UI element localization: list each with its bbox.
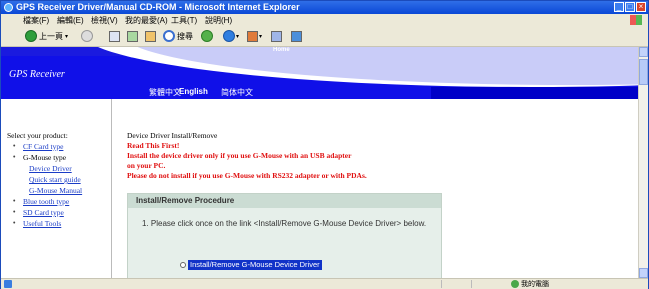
sidebar-item-g-mouse-manual[interactable]: G-Mouse Manual [29, 186, 82, 195]
mail-icon [247, 30, 258, 42]
warning-line-2: Install the device driver only if you us… [127, 151, 352, 160]
scroll-down-button[interactable] [639, 268, 648, 278]
home-button[interactable] [145, 29, 156, 43]
back-icon [25, 30, 37, 42]
page-content: Home GPS Receiver 繁體中文 English 简体中文 Sele… [1, 47, 638, 278]
step-text: 1. Please click once on the link <Instal… [142, 219, 427, 228]
bullet-icon: • [13, 143, 16, 150]
page-title: Device Driver Install/Remove [127, 131, 218, 140]
stop-button[interactable] [109, 29, 120, 43]
print-button[interactable] [271, 29, 282, 43]
radio-bullet-icon [180, 262, 186, 268]
vertical-scrollbar[interactable] [638, 47, 648, 278]
sidebar-item-g-mouse: G-Mouse type [23, 153, 67, 162]
edit-icon [291, 30, 302, 42]
close-button[interactable]: × [636, 2, 646, 12]
panel-header: Install/Remove Procedure [128, 194, 441, 208]
sidebar-item-useful-tools[interactable]: Useful Tools [23, 219, 61, 228]
refresh-icon [127, 30, 138, 42]
back-dropdown-icon[interactable]: ▾ [65, 33, 68, 40]
home-link[interactable]: Home [273, 47, 290, 53]
home-icon [145, 30, 156, 42]
window-title: GPS Receiver Driver/Manual CD-ROM - Micr… [16, 2, 300, 12]
bullet-icon: • [13, 154, 16, 161]
windows-logo-icon [630, 15, 642, 25]
menu-help[interactable]: 說明(H) [205, 15, 232, 26]
sidebar-item-bluetooth[interactable]: Blue tooth type [23, 197, 69, 206]
bullet-icon: • [13, 198, 16, 205]
favorites-button[interactable] [201, 29, 213, 43]
bullet-icon: • [13, 220, 16, 227]
forward-icon [81, 30, 93, 42]
status-bar: 我的電腦 [1, 278, 648, 289]
refresh-button[interactable] [127, 29, 138, 43]
menu-tools[interactable]: 工具(T) [171, 15, 197, 26]
my-computer-icon [511, 280, 519, 288]
menu-favorites[interactable]: 我的最愛(A) [125, 15, 168, 26]
menu-file[interactable]: 檔案(F) [23, 15, 49, 26]
media-icon [223, 30, 235, 42]
ie-logo-icon [4, 3, 13, 12]
search-icon [163, 30, 175, 42]
site-logo: GPS Receiver [9, 69, 65, 80]
menu-edit[interactable]: 編輯(E) [57, 15, 84, 26]
print-icon [271, 30, 282, 42]
status-divider [471, 280, 472, 288]
sidebar-item-sd-card[interactable]: SD Card type [23, 208, 64, 217]
site-banner: Home GPS Receiver [1, 47, 638, 87]
sidebar-heading: Select your product: [7, 131, 68, 140]
language-bar: 繁體中文 English 简体中文 [1, 87, 638, 99]
warning-line-1: Read This First! [127, 141, 180, 150]
main-content: Device Driver Install/Remove Read This F… [127, 99, 638, 278]
language-bar-strip [431, 87, 638, 99]
forward-button[interactable] [81, 29, 93, 43]
product-sidebar: Select your product: • CF Card type • G-… [1, 99, 112, 278]
install-panel: Install/Remove Procedure 1. Please click… [127, 193, 442, 278]
page-status-icon [4, 280, 12, 288]
scroll-thumb[interactable] [639, 59, 648, 85]
edit-button[interactable] [291, 29, 302, 43]
back-label: 上一頁 [39, 31, 63, 41]
stop-icon [109, 30, 120, 42]
media-dropdown-icon[interactable]: ▾ [236, 33, 239, 40]
minimize-button[interactable]: _ [614, 2, 624, 12]
warning-line-3: on your PC. [127, 161, 166, 170]
title-bar[interactable]: GPS Receiver Driver/Manual CD-ROM - Micr… [1, 1, 648, 14]
search-button[interactable]: 搜尋 [163, 29, 193, 43]
sidebar-item-cf-card[interactable]: CF Card type [23, 142, 63, 151]
warning-line-4: Please do not install if you use G-Mouse… [127, 171, 367, 180]
search-label: 搜尋 [177, 31, 193, 41]
status-divider [441, 280, 442, 288]
lang-english[interactable]: English [179, 87, 208, 96]
scroll-up-button[interactable] [639, 47, 648, 57]
browser-window: GPS Receiver Driver/Manual CD-ROM - Micr… [0, 0, 649, 289]
back-button[interactable]: 上一頁 ▾ [25, 29, 68, 43]
bullet-icon: • [13, 209, 16, 216]
maximize-button[interactable]: □ [625, 2, 635, 12]
install-remove-driver-link[interactable]: Install/Remove G-Mouse Device Driver [188, 260, 322, 270]
toolbar: 上一頁 ▾ 搜尋 ▾ ▾ [1, 26, 648, 47]
mail-dropdown-icon[interactable]: ▾ [259, 33, 262, 40]
favorites-icon [201, 30, 213, 42]
mail-button[interactable]: ▾ [247, 29, 262, 43]
panel-title: Install/Remove Procedure [136, 196, 235, 205]
lang-traditional-chinese[interactable]: 繁體中文 [149, 87, 181, 98]
menu-view[interactable]: 檢視(V) [91, 15, 118, 26]
media-button[interactable]: ▾ [223, 29, 239, 43]
lang-simplified-chinese[interactable]: 简体中文 [221, 87, 253, 98]
sidebar-item-quick-start[interactable]: Quick start guide [29, 175, 81, 184]
security-zone: 我的電腦 [521, 281, 549, 288]
sidebar-item-device-driver[interactable]: Device Driver [29, 164, 72, 173]
